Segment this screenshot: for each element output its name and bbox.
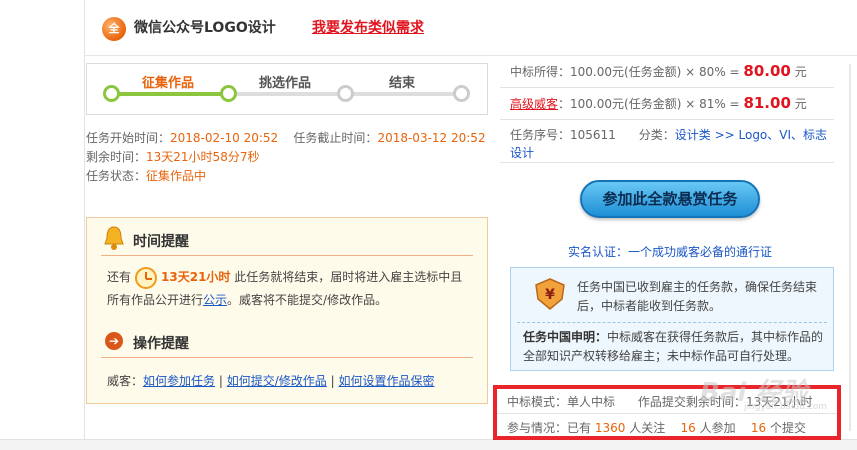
public-link[interactable]: 公示 <box>203 293 227 307</box>
divider <box>500 119 834 120</box>
status-label: 任务状态： <box>86 169 147 183</box>
reminder-pre: 还有 <box>107 270 132 284</box>
remaining-label: 剩余时间： <box>86 150 147 164</box>
start-time-value: 2018-02-10 20:52 <box>170 131 279 145</box>
task-status-line: 任务状态：征集作品中 <box>86 167 206 184</box>
alarm-clock-icon <box>135 266 158 289</box>
payment-guarantee-box: ¥ 任务中国已收到雇主的任务款，确保任务结束后，中标者能收到任务款。 任务中国申… <box>510 267 834 371</box>
operation-links: 威客：如何参加任务 | 如何提交/修改作品 | 如何设置作品保密 <box>107 372 435 389</box>
end-time-label: 任务截止时间： <box>293 131 378 145</box>
senior-weike-link[interactable]: 高级威客 <box>510 97 558 111</box>
baidu-jingyan-watermark-url: jingyan.baidu.com <box>744 402 828 412</box>
submissions-suffix: 个提交 <box>770 421 807 435</box>
guarantee-text: 任务中国已收到雇主的任务款，确保任务结束后，中标者能收到任务款。 <box>577 280 818 313</box>
senior-formula: 100.00元(任务金额) × 81% = <box>570 97 744 111</box>
stats-divider <box>497 413 837 414</box>
task-statement: 任务中国申明：中标威客在获得任务款后，其中标作品的全部知识产权转移给雇主；未中标… <box>523 328 829 366</box>
arrow-circle-icon: ➔ <box>105 332 123 350</box>
participants-count: 16 <box>680 421 696 435</box>
page-bottom-strip <box>0 439 857 450</box>
winner-formula: 100.00元(任务金额) × 80% = <box>570 65 744 79</box>
page-scrollbar[interactable] <box>844 56 857 439</box>
status-value: 征集作品中 <box>146 169 207 183</box>
participants-suffix: 人参加 <box>699 421 736 435</box>
task-header: 全 微信公众号LOGO设计 我要发布类似需求 <box>84 0 857 56</box>
senior-amount: 81.00 <box>743 94 791 112</box>
winner-label: 中标所得： <box>510 65 571 79</box>
yuan-shield-icon: ¥ <box>535 278 565 310</box>
followers-suffix: 人关注 <box>629 421 666 435</box>
step-label-collect: 征集作品 <box>142 76 195 91</box>
how-to-join-link[interactable]: 如何参加任务 <box>143 374 215 388</box>
link-separator: | <box>330 374 335 388</box>
winner-unit: 元 <box>794 65 807 79</box>
bell-icon <box>104 226 124 250</box>
step-label-select: 挑选作品 <box>259 76 312 91</box>
followers-count: 1360 <box>594 421 626 435</box>
serial-value: 105611 <box>570 128 616 142</box>
category-arrow: >> <box>710 128 739 142</box>
time-reminder-heading: 时间提醒 <box>133 234 189 250</box>
serial-label: 任务序号： <box>510 128 571 142</box>
remaining-value: 13天21小时58分7秒 <box>146 150 260 164</box>
task-progress-bar: 征集作品 挑选作品 结束 <box>86 63 488 115</box>
winner-amount: 80.00 <box>743 62 791 80</box>
reminder-divider <box>101 255 473 256</box>
time-reminder-text: 还有 13天21小时 此任务就将结束，届时将进入雇主选标中且所有作品公开进行公示。… <box>107 266 473 312</box>
reminder-countdown: 13天21小时 <box>161 270 231 284</box>
divider <box>500 87 834 88</box>
participation-pre: 已有 <box>567 421 592 435</box>
progress-track-done <box>111 92 229 96</box>
senior-unit: 元 <box>794 97 807 111</box>
mode-label: 中标模式： <box>507 395 568 409</box>
category-label: 分类： <box>638 128 675 142</box>
task-title: 微信公众号LOGO设计 <box>134 20 276 36</box>
senior-earnings-line: 高级威客：100.00元(任务金额) × 81% = 81.00 元 <box>510 94 807 112</box>
real-name-cert-link[interactable]: 实名认证：一个成功威客必备的通行证 <box>568 243 772 260</box>
step-dot-select <box>220 85 237 102</box>
scrollbar-track[interactable] <box>849 64 851 431</box>
guarantee-divider <box>517 322 827 323</box>
winner-earnings-line: 中标所得：100.00元(任务金额) × 80% = 80.00 元 <box>510 62 807 80</box>
mode-value: 单人中标 <box>567 395 616 409</box>
remaining-time-line: 剩余时间：13天21小时58分7秒 <box>86 148 259 165</box>
post-similar-request-link[interactable]: 我要发布类似需求 <box>312 17 424 37</box>
operation-reminder-heading: 操作提醒 <box>133 336 189 352</box>
reminder-box: 时间提醒 还有 13天21小时 此任务就将结束，届时将进入雇主选标中且所有作品公开… <box>86 217 488 404</box>
end-time-value: 2018-03-12 20:52 <box>377 131 486 145</box>
statement-title: 任务中国申明： <box>523 330 608 344</box>
full-payment-badge-icon: 全 <box>102 17 126 41</box>
divider <box>500 162 834 163</box>
participation-label: 参与情况： <box>507 421 568 435</box>
step-label-end: 结束 <box>389 76 416 91</box>
operation-divider <box>101 357 473 358</box>
how-to-keep-private-link[interactable]: 如何设置作品保密 <box>338 374 434 388</box>
reminder-text-2: 。威客将不能提交/修改作品。 <box>227 293 388 307</box>
step-dot-end <box>453 85 470 102</box>
join-task-button[interactable]: 参加此全款悬赏任务 <box>580 180 760 218</box>
start-time-label: 任务开始时间： <box>86 131 171 145</box>
how-to-submit-link[interactable]: 如何提交/修改作品 <box>227 374 327 388</box>
senior-colon: ： <box>558 97 571 111</box>
step-dot-end-mid <box>337 85 354 102</box>
category-design-link[interactable]: 设计类 <box>675 128 711 142</box>
task-serial-line: 任务序号：105611 分类：设计类 >> Logo、VI、标志设计 <box>510 126 830 162</box>
operation-prefix: 威客： <box>107 374 144 388</box>
step-dot-collect <box>103 85 120 102</box>
participation-line: 参与情况：已有 1360 人关注 16 人参加 16 个提交 <box>507 419 806 436</box>
shield-yuan-glyph: ¥ <box>545 287 555 303</box>
link-separator: | <box>218 374 223 388</box>
task-time-line: 任务开始时间：2018-02-10 20:52 任务截止时间：2018-03-1… <box>86 129 486 146</box>
submissions-count: 16 <box>750 421 767 435</box>
